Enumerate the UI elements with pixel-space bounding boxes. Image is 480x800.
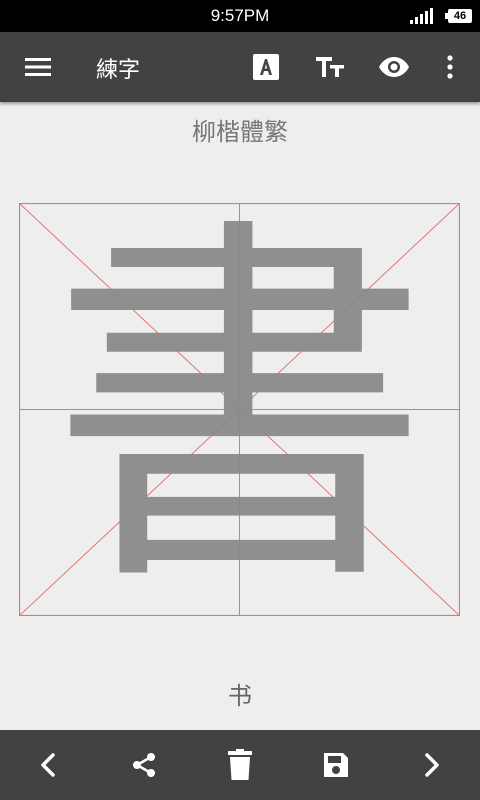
font-style-icon — [253, 54, 279, 80]
next-button[interactable] — [384, 730, 480, 800]
eye-icon — [379, 57, 409, 77]
bottom-action-bar — [0, 730, 480, 800]
share-button[interactable] — [96, 730, 192, 800]
status-time: 9:57PM — [210, 6, 270, 25]
more-options-button[interactable] — [430, 32, 470, 102]
status-bar: 9:57PM 46 — [0, 0, 480, 32]
text-size-icon — [316, 57, 344, 77]
simplified-character: 书 — [228, 682, 252, 710]
battery-icon: 46 — [445, 9, 472, 23]
app-title: 練字 — [96, 58, 141, 83]
delete-icon — [228, 749, 252, 780]
font-style-button[interactable] — [240, 32, 292, 102]
signal-icon — [410, 8, 433, 24]
save-icon — [324, 753, 348, 777]
share-icon — [133, 753, 155, 777]
font-name: 柳楷體繁 — [192, 118, 288, 146]
menu-button[interactable] — [12, 32, 64, 102]
menu-icon — [25, 58, 51, 76]
chevron-right-icon — [425, 753, 439, 777]
app-toolbar: 練字 — [0, 32, 480, 102]
more-vert-icon — [447, 55, 453, 79]
save-button[interactable] — [288, 730, 384, 800]
previous-button[interactable] — [0, 730, 96, 800]
delete-button[interactable] — [192, 730, 288, 800]
preview-button[interactable] — [368, 32, 420, 102]
chevron-left-icon — [41, 753, 55, 777]
text-size-button[interactable] — [304, 32, 356, 102]
calligraphy-character[interactable]: 書 — [19, 203, 460, 616]
